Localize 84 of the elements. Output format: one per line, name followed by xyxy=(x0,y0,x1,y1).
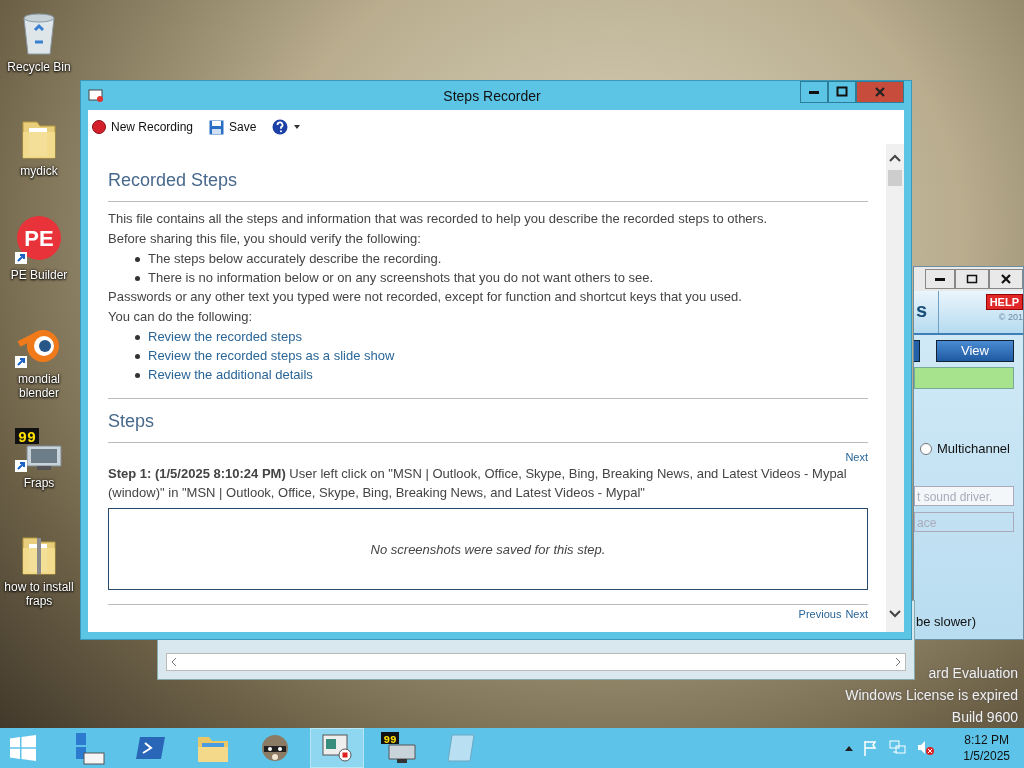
horizontal-scrollbar[interactable] xyxy=(166,653,906,671)
section-heading: Steps xyxy=(108,411,156,432)
maximize-button[interactable] xyxy=(828,81,856,103)
scroll-thumb[interactable] xyxy=(888,170,902,186)
list-item: The steps below accurately describe the recording. xyxy=(148,250,442,268)
scroll-left-icon[interactable] xyxy=(171,657,177,667)
step-nav-link[interactable]: Next xyxy=(845,450,868,464)
help-icon xyxy=(272,119,303,135)
record-icon xyxy=(92,120,106,134)
step-nav-link[interactable]: Next xyxy=(845,607,868,621)
link[interactable]: Review the recorded steps xyxy=(148,327,302,347)
paragraph: Passwords or any other text you typed were not recorded, except for function and shortcut keys that you used. xyxy=(108,288,743,306)
maximize-icon xyxy=(836,86,848,98)
desktop-icon-label: Recycle Bin xyxy=(7,60,71,74)
close-icon xyxy=(874,86,886,98)
desktop-icon-label: how to install fraps xyxy=(3,580,75,608)
paragraph: You can do the following: xyxy=(108,308,254,326)
license-notice-text: Build 9600 xyxy=(951,708,1018,727)
radio-button[interactable] xyxy=(920,442,932,455)
section-heading: Recorded Steps xyxy=(108,170,239,191)
terminal-icon xyxy=(136,735,166,761)
link[interactable]: Review the additional details xyxy=(148,365,313,385)
bullet-icon xyxy=(135,275,140,281)
recycle-bin-icon xyxy=(21,12,57,56)
help-dropdown-button[interactable] xyxy=(272,119,303,135)
desktop-icon-label: Fraps xyxy=(23,476,55,490)
radio-label: Multichannel xyxy=(937,441,1010,456)
bullet-icon xyxy=(135,372,140,378)
clock-time: 8:12 PM xyxy=(964,732,1009,748)
help-button[interactable]: HELP xyxy=(985,294,1023,310)
license-notice-text: ard Evaluation xyxy=(928,664,1018,683)
tray-caret-icon[interactable] xyxy=(845,745,854,751)
window-title: Steps Recorder xyxy=(442,87,542,104)
desktop-icon[interactable]: how to install fraps xyxy=(0,524,78,618)
minimize-icon xyxy=(809,90,819,94)
shortcut-arrow-icon xyxy=(15,460,27,472)
desktop-icon-label: mydick xyxy=(20,164,58,178)
save-button[interactable]: Save xyxy=(209,119,257,135)
link[interactable]: Review the recorded steps as a slide show xyxy=(148,346,395,366)
recorder-icon xyxy=(322,734,352,762)
copyright-text: © 201 xyxy=(998,312,1023,322)
new-recording-button[interactable]: New Recording xyxy=(92,120,194,134)
license-notice-text: Windows License is expired xyxy=(845,686,1018,705)
paragraph: This file contains all the steps and information that was recorded to help you describe the recorded steps to others. xyxy=(108,210,769,228)
scroll-right-icon[interactable] xyxy=(895,657,901,667)
paragraph: Before sharing this file, you should verify the following: xyxy=(108,230,422,248)
empty-screenshot-message: No screenshots were saved for this step. xyxy=(370,541,606,557)
minimize-button[interactable] xyxy=(800,81,828,103)
scroll-down-icon[interactable] xyxy=(889,610,901,618)
scroll-up-icon[interactable] xyxy=(889,154,901,162)
step-nav-link[interactable]: Previous xyxy=(798,607,842,621)
raccoon-icon xyxy=(259,732,291,764)
button[interactable] xyxy=(914,340,920,362)
desktop-icon[interactable]: Recycle Bin xyxy=(0,4,78,98)
list-item: There is no information below or on any screenshots that you do not want others to see. xyxy=(148,269,654,287)
close-button[interactable] xyxy=(989,269,1023,289)
app-icon xyxy=(88,88,104,103)
shortcut-arrow-icon xyxy=(15,252,27,264)
minimize-icon xyxy=(935,277,945,281)
vertical-scrollbar[interactable] xyxy=(886,144,904,632)
desktop-icon-label: PE Builder xyxy=(10,268,68,282)
desktop-icon[interactable]: 99 Fraps xyxy=(0,420,78,514)
desktop-icon[interactable]: mondial blender xyxy=(0,316,78,410)
bullet-icon xyxy=(135,256,140,262)
maximize-button[interactable] xyxy=(955,269,989,289)
muted-speaker-icon[interactable] xyxy=(917,740,936,756)
view-button[interactable]: View xyxy=(936,340,1014,362)
desktop-icon[interactable]: PE PE Builder xyxy=(0,212,78,306)
clock[interactable]: 8:12 PM 1/5/2025 xyxy=(963,732,1010,764)
shortcut-arrow-icon xyxy=(15,356,27,368)
desktop-icon-label: mondial blender xyxy=(17,372,61,400)
bullet-icon xyxy=(135,353,140,359)
minimize-button[interactable] xyxy=(925,269,955,289)
maximize-icon xyxy=(966,273,978,285)
notepad-icon xyxy=(446,733,476,763)
bullet-icon xyxy=(135,334,140,340)
tab-text[interactable]: s xyxy=(914,291,939,333)
taskbar-button[interactable]: 99 xyxy=(372,728,426,768)
close-icon xyxy=(1000,273,1012,285)
start-button-icon[interactable] xyxy=(10,735,36,761)
clock-date: 1/5/2025 xyxy=(963,748,1010,764)
option-text: be slower) xyxy=(916,614,976,629)
desktop-icon[interactable]: mydick xyxy=(0,108,78,202)
step-description: Step 1: (1/5/2025 8:10:24 PM) User left click on "MSN | Outlook, Office, Skype, Bing, Breaking News, and Latest Videos - Mypal (window)" in "MSN | Outlook, Office, Skype, Bing, Breaking News, and Latest Videos - Mypal" xyxy=(108,465,848,502)
